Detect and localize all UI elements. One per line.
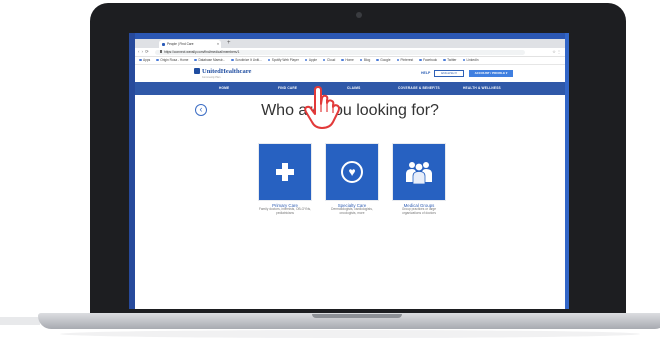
bookmark-item[interactable]: Twitter [447, 58, 456, 62]
bookmark-item[interactable]: LinkedIn [467, 58, 479, 62]
new-tab-button[interactable]: + [227, 39, 231, 48]
bookmark-favicon-icon [359, 58, 363, 62]
card-primary-care[interactable]: Primary Care Family doctors, internists,… [258, 143, 312, 216]
group-icon [406, 162, 432, 184]
bookmark-item[interactable]: Home [345, 58, 354, 62]
pointer-hand-icon [304, 86, 340, 129]
logo-text: UnitedHealthcare [202, 68, 252, 75]
heart-icon: ♥ [341, 161, 363, 183]
medical-groups-tile[interactable] [392, 143, 446, 201]
bookmark-item[interactable]: Database Maestr... [198, 58, 225, 62]
bookmark-favicon-icon [231, 58, 234, 62]
bookmark-favicon-icon [194, 58, 197, 62]
account-profile-button[interactable]: ACCOUNT / PROFILE ▾ [469, 70, 513, 77]
nav-claims[interactable]: CLAIMS [347, 82, 360, 95]
laptop-shadow [60, 330, 640, 338]
language-select[interactable]: ENGLISH ▾ [434, 70, 464, 77]
bookmark-favicon-icon [396, 58, 400, 62]
bookmark-item[interactable]: Apple [309, 58, 317, 62]
primary-care-tile[interactable] [258, 143, 312, 201]
bookmark-item[interactable]: Google [380, 58, 390, 62]
bookmark-favicon-icon [419, 58, 422, 62]
card-description: Family doctors, internists, OB-GYNs, ped… [258, 207, 312, 215]
bookmarks-bar: Apps Origin Rosa - Home Database Maestr...… [135, 57, 565, 65]
browser-tab[interactable]: People | Find Care × [159, 40, 221, 48]
bookmark-item[interactable]: Blog [364, 58, 370, 62]
card-specialty-care[interactable]: ♥ Specialty Care Dermatologists, cardiol… [325, 143, 379, 216]
specialty-care-tile[interactable]: ♥ [325, 143, 379, 201]
bookmark-favicon-icon [462, 58, 465, 62]
bookmark-favicon-icon [304, 58, 308, 62]
brand-logo[interactable]: UnitedHealthcare [194, 68, 251, 75]
laptop-lip-notch [312, 314, 402, 318]
card-medical-groups[interactable]: Medical Groups Group practices or large … [392, 143, 446, 216]
bookmark-favicon-icon [267, 58, 271, 62]
nav-arrows-icon[interactable]: ‹›⟳ [138, 48, 151, 56]
browser-tab-bar: People | Find Care × + [135, 39, 565, 55]
browser-window: People | Find Care × + ‹›⟳ https://conne… [135, 39, 565, 309]
bookmark-item[interactable]: Pinterest [401, 58, 414, 62]
nav-find-care[interactable]: FIND CARE [278, 82, 297, 95]
close-tab-icon[interactable]: × [217, 40, 219, 48]
desktop-background-edge [565, 33, 569, 309]
help-link[interactable]: HELP [421, 70, 430, 77]
main-content: ‹ Who are you looking for? Primary Care … [135, 95, 565, 295]
nav-home[interactable]: HOME [219, 82, 229, 95]
tab-title: People | Find Care [167, 42, 194, 46]
site-header: UnitedHealthcare Community Plan HELP ENG… [135, 65, 565, 82]
bookmark-item[interactable]: Cloud [327, 58, 335, 62]
bookmark-item[interactable]: Spotify Web Player [272, 58, 299, 62]
webcam-icon [356, 12, 362, 18]
lock-icon [160, 50, 162, 53]
laptop-screen: People | Find Care × + ‹›⟳ https://conne… [129, 33, 569, 309]
logo-mark-icon [194, 68, 200, 74]
url-field[interactable]: https://connect.werally.com/find/medical… [155, 49, 525, 55]
logo-subtitle: Community Plan [202, 76, 221, 79]
nav-coverage-benefits[interactable]: COVERAGE & BENEFITS [398, 82, 440, 95]
bookmark-item[interactable]: Origin Rosa - Home [160, 58, 188, 62]
card-description: Group practices or large organizations o… [401, 207, 437, 215]
bookmark-favicon-icon [156, 58, 159, 62]
bookmark-item[interactable]: Scrutinize It Uniti... [235, 58, 262, 62]
tab-favicon-icon [162, 42, 165, 46]
bookmark-item[interactable]: Facebook [423, 58, 437, 62]
main-navigation: HOME FIND CARE CLAIMS COVERAGE & BENEFIT… [135, 82, 565, 95]
nav-health-wellness[interactable]: HEALTH & WELLNESS [463, 82, 501, 95]
browser-menu-icon[interactable]: ☆ ⋮ [552, 48, 561, 56]
page-title: Who are you looking for? [261, 102, 439, 119]
bookmark-favicon-icon [322, 58, 326, 62]
card-description: Dermatologists, cardiologists, oncologis… [331, 207, 373, 215]
bookmark-favicon-icon [376, 58, 379, 62]
laptop-base-edge [0, 317, 40, 325]
url-text: https://connect.werally.com/find/medical… [164, 49, 240, 54]
address-bar-row: ‹›⟳ https://connect.werally.com/find/med… [135, 48, 565, 57]
bookmark-favicon-icon [341, 58, 344, 62]
bookmark-favicon-icon [443, 58, 446, 62]
